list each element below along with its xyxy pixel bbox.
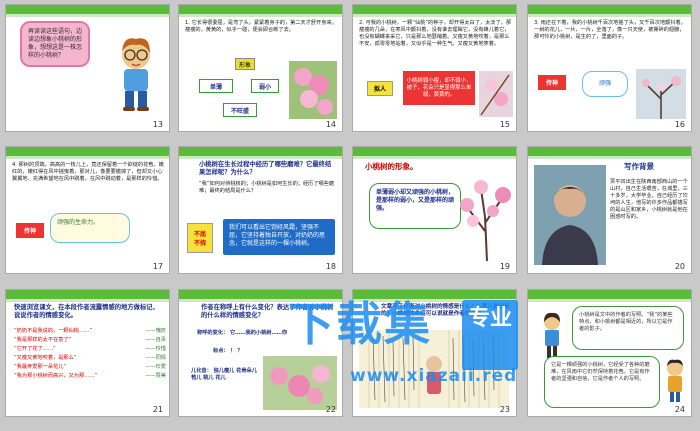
slide-header-bar [528,5,691,17]
slide-number: 24 [674,405,685,414]
slide-thumbnail[interactable]: 写作背景 贾平凹出生在陕西南部商山的一个山村，自己生活艰苦，在城里，三十多岁，大… [527,146,692,274]
slide-thumbnail[interactable]: 再读读这些语句，边读边想象小桃树的形象，想想这是一株怎样的小桃树？ 13 [5,4,170,132]
slide-thumbnail[interactable]: 3. 雨还在下着，我的小桃树千百次地摇了头，又千百次地颤抖着。一树的花儿，一片，… [527,4,692,132]
slide-body-text: 2. 可我的小桃树，一颗“仙桃”的种子，却开得太白了，太淡了，那瘦瘦的几朵，在寒… [359,20,512,47]
slide-header-bar [353,147,516,159]
emotion-row: “我是那样的太不在意了” ——自责 [14,337,166,343]
cartoon-boy-illustration [667,359,683,402]
slide-thumbnail[interactable]: 小桃树是文中的作者的写照。“我”的某些特点，和小桃树都是相近的，所以它是作者的影… [527,289,692,417]
concept-box: 传神 [16,223,44,238]
slide-header-bar [179,5,342,17]
slide-thumbnail[interactable]: 小桃树在生长过程中经历了哪些磨难？它最终结果怎样呢？为什么？ “我”如何对待桃核… [178,146,343,274]
slide-number: 13 [152,120,163,129]
watermark-title: 下载集 [288,297,432,351]
peach-blossom-photo [479,71,513,117]
slide-number: 20 [674,262,685,271]
slide-body-text: 3. 雨还在下着，我的小桃树千百次地摇了头，又千百次地颤抖着。一树的花儿，一片，… [534,20,686,40]
concept-box: 不屈 不挠 [187,223,213,253]
speech-bubble: 小桃树是文中的作者的写照。“我”的某些特点，和小桃树都是相近的，所以它是作者的影… [572,306,684,350]
slide-title: 小桃树在生长过程中经历了哪些磨难？它最终结果怎样呢？为什么？ [199,161,332,176]
slide-header-bar [6,5,169,17]
slide-header-bar [353,5,516,17]
concept-box: 不旺盛 [223,103,257,117]
emotion-row: “我最疼爱那一朵花儿” ——珍爱 [14,364,166,370]
slide-number: 18 [325,262,336,271]
concept-box: 形象 [235,58,255,70]
slide-number: 16 [674,120,685,129]
cloud-bubble: 顽强 [582,71,628,97]
slide-body-text: “我”如何对待桃核的；小桃树是如何生长的；经历了哪些磨难；最终的结局是什么？ [199,181,335,194]
emotion-row: “奶奶不是我说的，一颗仙桃……” ——愧疚 [14,328,166,334]
concept-box: 小桃树弱小瘦，却不弱小，被子，花朵只是显得那么单弱，黄黄的。 [403,71,475,105]
emotion-row: “它开了花了……” ——怜惜 [14,346,166,352]
peach-blossom-photo [289,61,337,119]
concept-box: 传神 [538,75,566,90]
summary-box: 单薄弱小却又顽强的小桃树，是那样的弱小，又是那样的顽强。 [369,183,461,229]
result-box: 我们可以看出它饱经风霜，坚强不屈，它坚持着独自开放，对奶奶的思念，它就是这样的一… [223,219,335,255]
slide-title: 小桃树的形象。 [365,162,418,171]
watermark-stamp: 专业 [462,300,518,370]
slide-thumbnail[interactable]: 小桃树的形象。 单薄弱小却又顽强的小桃树，是那样的弱小，又是那样的顽强。 19 [352,146,517,274]
slide-thumbnail[interactable]: 2. 可我的小桃树，一颗“仙桃”的种子，却开得太白了，太淡了，那瘦瘦的几朵，在寒… [352,4,517,132]
pink-speech-bubble: 再读读这些语句，边读边想象小桃树的形象，想想这是一株怎样的小桃树？ [20,21,90,67]
slide-number: 15 [499,120,510,129]
slide-body-text: 1. 它长得很委屈，是弯了头，紧紧着身子的，第二天才舒开身来。瘦瘦的，黄黄的，似… [185,20,337,33]
slide-body-text: 贾平凹出生在陕西南部商山的一个山村，自己生活艰苦，在城里，三十多岁，大学毕业，自… [610,179,688,220]
peach-blossom-photo [263,356,337,410]
slide-thumbnail[interactable]: 快速浏览课文，在本段作者流露情感的地方做标记，说说作者的情感变化。 “奶奶不是我… [5,289,170,417]
analysis-row: 儿化音： 独儿瘦儿 花骨朵儿 苞儿 桃儿 花儿 [191,368,257,381]
slide-number: 14 [325,120,336,129]
cartoon-girl-illustration [544,312,560,358]
emotion-row: “我为那小桃树而高兴，又为那……” ——赞美 [14,373,166,379]
slide-title: 写作背景 [624,162,654,171]
slide-header-bar [6,147,169,159]
slide-thumbnail[interactable]: 4. 那树的顶端，高高的一枝儿上，竟还保留着一个欲绽的花苞，嫩红的，嫩红得在风中… [5,146,170,274]
slide-number: 22 [325,405,336,414]
slide-body-text: 4. 那树的顶端，高高的一枝儿上，竟还保留着一个欲绽的花苞，嫩红的，嫩红得在风中… [12,162,164,182]
cartoon-boy-illustration [122,38,150,111]
slide-number: 19 [499,262,510,271]
slide-header-bar [179,147,342,159]
slide-number: 21 [152,405,163,414]
peach-blossom-painting [460,180,511,261]
slide-thumbnail[interactable]: 1. 它长得很委屈，是弯了头，紧紧着身子的，第二天才舒开身来。瘦瘦的，黄黄的，似… [178,4,343,132]
concept-box: 拟人 [367,81,393,96]
slide-number: 17 [152,262,163,271]
slide-header-bar [6,290,169,302]
slide-number: 23 [499,405,510,414]
slide-header-bar [528,290,691,302]
author-portrait-photo [534,165,606,265]
slide-header-bar [528,147,691,159]
cloud-bubble: 顽强的生命力。 [50,213,130,243]
emotion-row: “又瘦又黄地咬着，是那么” ——同情 [14,355,166,361]
slide-title: 快速浏览课文，在本段作者流露情感的地方做标记，说说作者的情感变化。 [14,304,159,319]
concept-box: 弱小 [251,79,279,93]
speech-bubble: 它是一棵顽强的小桃树，它经受了各种的磨难，在风雨中它仍然保持着花苞，它是有作者的… [544,356,660,408]
concept-box: 单薄 [199,79,233,93]
peach-tree-photo [636,69,686,119]
